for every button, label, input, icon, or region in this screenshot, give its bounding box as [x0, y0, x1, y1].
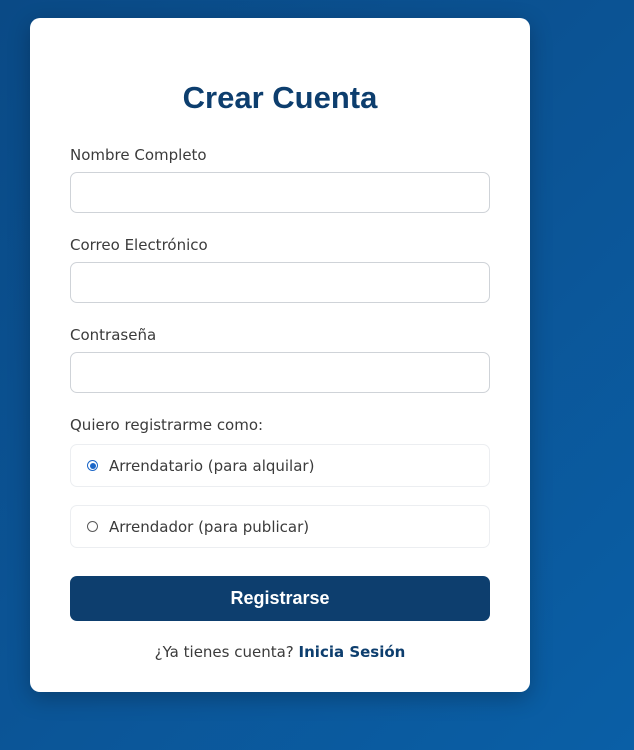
radio-unselected-icon[interactable]: [87, 521, 98, 532]
password-label: Contraseña: [70, 326, 157, 344]
role-option-tenant[interactable]: Arrendatario (para alquilar): [70, 444, 490, 487]
full-name-label: Nombre Completo: [70, 146, 207, 164]
page-title: Crear Cuenta: [182, 80, 378, 115]
email-label: Correo Electrónico: [70, 236, 208, 254]
register-card: Crear Cuenta Nombre Completo Correo Elec…: [30, 18, 530, 692]
register-button[interactable]: Registrarse: [70, 576, 490, 621]
login-prompt: ¿Ya tienes cuenta? Inicia Sesión: [30, 643, 530, 661]
login-prompt-text: ¿Ya tienes cuenta?: [154, 643, 294, 661]
radio-selected-icon[interactable]: [87, 460, 98, 471]
role-option-landlord-label: Arrendador (para publicar): [109, 517, 310, 536]
role-option-tenant-label: Arrendatario (para alquilar): [109, 456, 315, 475]
full-name-field[interactable]: [70, 172, 490, 213]
email-field[interactable]: [70, 262, 490, 303]
role-label: Quiero registrarme como:: [70, 416, 264, 434]
login-link[interactable]: Inicia Sesión: [299, 643, 406, 661]
password-field[interactable]: [70, 352, 490, 393]
role-option-landlord[interactable]: Arrendador (para publicar): [70, 505, 490, 548]
